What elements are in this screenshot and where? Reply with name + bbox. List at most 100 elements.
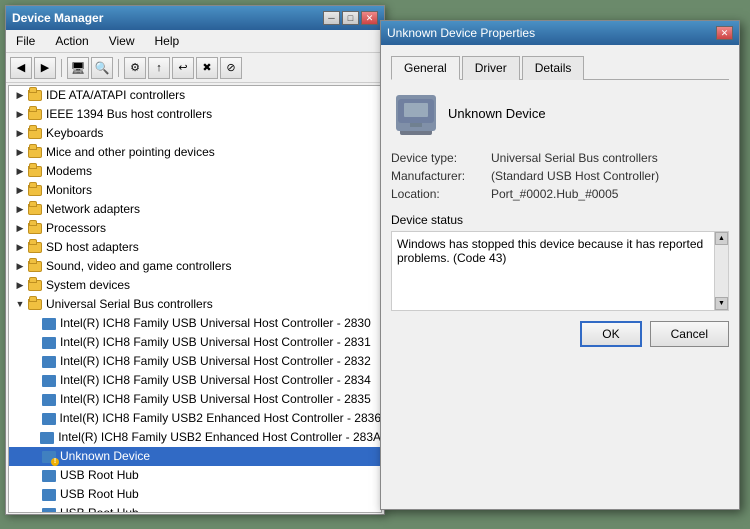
folder-icon-ide <box>27 88 43 104</box>
close-button[interactable]: ✕ <box>361 11 378 25</box>
device-icon-usb7 <box>39 430 55 446</box>
forward-button[interactable]: ▶ <box>34 57 56 79</box>
dialog-close-button[interactable]: ✕ <box>716 26 733 40</box>
properties-button[interactable]: ⚙ <box>124 57 146 79</box>
toolbar-separator-1 <box>61 59 62 77</box>
minimize-button[interactable]: ─ <box>323 11 340 25</box>
tab-general[interactable]: General <box>391 56 460 80</box>
tree-label-ieee: IEEE 1394 Bus host controllers <box>46 106 212 123</box>
tree-label-modems: Modems <box>46 163 92 180</box>
device-icon-usb6 <box>41 411 57 427</box>
dialog-content: General Driver Details Unknown Device De… <box>381 45 739 357</box>
update-button[interactable]: ↑ <box>148 57 170 79</box>
tree-item-ide[interactable]: ▶ IDE ATA/ATAPI controllers <box>9 86 381 105</box>
tree-item-sdhost[interactable]: ▶ SD host adapters <box>9 238 381 257</box>
menu-action[interactable]: Action <box>49 32 94 50</box>
device-info-table: Device type: Universal Serial Bus contro… <box>391 151 729 201</box>
dialog-titlebar: Unknown Device Properties ✕ <box>381 21 739 45</box>
menu-file[interactable]: File <box>10 32 41 50</box>
menu-bar: File Action View Help <box>6 30 384 53</box>
menu-help[interactable]: Help <box>149 32 186 50</box>
tree-item-ieee[interactable]: ▶ IEEE 1394 Bus host controllers <box>9 105 381 124</box>
device-status-section: Device status Windows has stopped this d… <box>391 213 729 311</box>
tree-item-usb[interactable]: ▼ Universal Serial Bus controllers <box>9 295 381 314</box>
disable-button[interactable]: ⊘ <box>220 57 242 79</box>
device-name-header: Unknown Device <box>448 106 546 121</box>
property-tabs: General Driver Details <box>391 55 729 80</box>
device-status-text: Windows has stopped this device because … <box>397 237 707 265</box>
tree-item-modems[interactable]: ▶ Modems <box>9 162 381 181</box>
tab-details[interactable]: Details <box>522 56 585 80</box>
tree-item-unknown[interactable]: ! Unknown Device <box>9 447 381 466</box>
computer-button[interactable]: 🖥 <box>67 57 89 79</box>
tree-label-ide: IDE ATA/ATAPI controllers <box>46 87 185 104</box>
tree-label-unknown: Unknown Device <box>60 448 150 465</box>
tree-label-keyboards: Keyboards <box>46 125 103 142</box>
uninstall-button[interactable]: ✖ <box>196 57 218 79</box>
expander-usb1 <box>27 317 41 331</box>
folder-icon-mice <box>27 145 43 161</box>
tree-item-usb3[interactable]: Intel(R) ICH8 Family USB Universal Host … <box>9 352 381 371</box>
expander-usb2 <box>27 336 41 350</box>
expander-usb[interactable]: ▼ <box>13 298 27 312</box>
tree-item-network[interactable]: ▶ Network adapters <box>9 200 381 219</box>
expander-sdhost[interactable]: ▶ <box>13 241 27 255</box>
back-button[interactable]: ◀ <box>10 57 32 79</box>
folder-icon-processors <box>27 221 43 237</box>
tree-item-mice[interactable]: ▶ Mice and other pointing devices <box>9 143 381 162</box>
window-title: Device Manager <box>12 11 103 25</box>
expander-ieee[interactable]: ▶ <box>13 108 27 122</box>
tree-item-usb5[interactable]: Intel(R) ICH8 Family USB Universal Host … <box>9 390 381 409</box>
tree-item-sound[interactable]: ▶ Sound, video and game controllers <box>9 257 381 276</box>
tree-item-usb2[interactable]: Intel(R) ICH8 Family USB Universal Host … <box>9 333 381 352</box>
tree-item-usb1[interactable]: Intel(R) ICH8 Family USB Universal Host … <box>9 314 381 333</box>
tree-item-keyboards[interactable]: ▶ Keyboards <box>9 124 381 143</box>
menu-view[interactable]: View <box>103 32 141 50</box>
tree-item-usb7[interactable]: Intel(R) ICH8 Family USB2 Enhanced Host … <box>9 428 381 447</box>
window-titlebar: Device Manager ─ □ ✕ <box>6 6 384 30</box>
toolbar-separator-2 <box>118 59 119 77</box>
expander-keyboards[interactable]: ▶ <box>13 127 27 141</box>
scroll-down-button[interactable]: ▼ <box>715 297 728 310</box>
tree-item-monitors[interactable]: ▶ Monitors <box>9 181 381 200</box>
expander-mice[interactable]: ▶ <box>13 146 27 160</box>
expander-usb6 <box>27 412 41 426</box>
maximize-button[interactable]: □ <box>342 11 359 25</box>
device-manager-window: Device Manager ─ □ ✕ File Action View He… <box>5 5 385 515</box>
value-manufacturer: (Standard USB Host Controller) <box>491 169 659 183</box>
tree-label-root3: USB Root Hub <box>60 505 139 513</box>
scan-button[interactable]: 🔍 <box>91 57 113 79</box>
device-status-label: Device status <box>391 213 729 227</box>
tree-item-root3[interactable]: USB Root Hub <box>9 504 381 513</box>
rollback-button[interactable]: ↩ <box>172 57 194 79</box>
tree-item-processors[interactable]: ▶ Processors <box>9 219 381 238</box>
device-header: Unknown Device <box>391 90 729 136</box>
tree-item-root2[interactable]: USB Root Hub <box>9 485 381 504</box>
expander-ide[interactable]: ▶ <box>13 89 27 103</box>
expander-modems[interactable]: ▶ <box>13 165 27 179</box>
cancel-button[interactable]: Cancel <box>650 321 729 347</box>
device-icon-root2 <box>41 487 57 503</box>
device-icon-usb1 <box>41 316 57 332</box>
tree-item-system[interactable]: ▶ System devices <box>9 276 381 295</box>
ok-button[interactable]: OK <box>580 321 641 347</box>
expander-root2 <box>27 488 41 502</box>
expander-root1 <box>27 469 41 483</box>
tab-driver[interactable]: Driver <box>462 56 520 80</box>
status-scrollbar[interactable]: ▲ ▼ <box>714 232 728 310</box>
device-status-content: Windows has stopped this device because … <box>391 231 729 311</box>
expander-monitors[interactable]: ▶ <box>13 184 27 198</box>
scroll-up-button[interactable]: ▲ <box>715 232 728 245</box>
tree-item-usb6[interactable]: Intel(R) ICH8 Family USB2 Enhanced Host … <box>9 409 381 428</box>
folder-icon-sdhost <box>27 240 43 256</box>
expander-sound[interactable]: ▶ <box>13 260 27 274</box>
device-icon-usb4 <box>41 373 57 389</box>
expander-processors[interactable]: ▶ <box>13 222 27 236</box>
tree-item-usb4[interactable]: Intel(R) ICH8 Family USB Universal Host … <box>9 371 381 390</box>
tree-item-root1[interactable]: USB Root Hub <box>9 466 381 485</box>
expander-network[interactable]: ▶ <box>13 203 27 217</box>
value-location: Port_#0002.Hub_#0005 <box>491 187 618 201</box>
expander-system[interactable]: ▶ <box>13 279 27 293</box>
info-row-type: Device type: Universal Serial Bus contro… <box>391 151 729 165</box>
device-tree[interactable]: ▶ IDE ATA/ATAPI controllers ▶ IEEE 1394 … <box>8 85 382 513</box>
